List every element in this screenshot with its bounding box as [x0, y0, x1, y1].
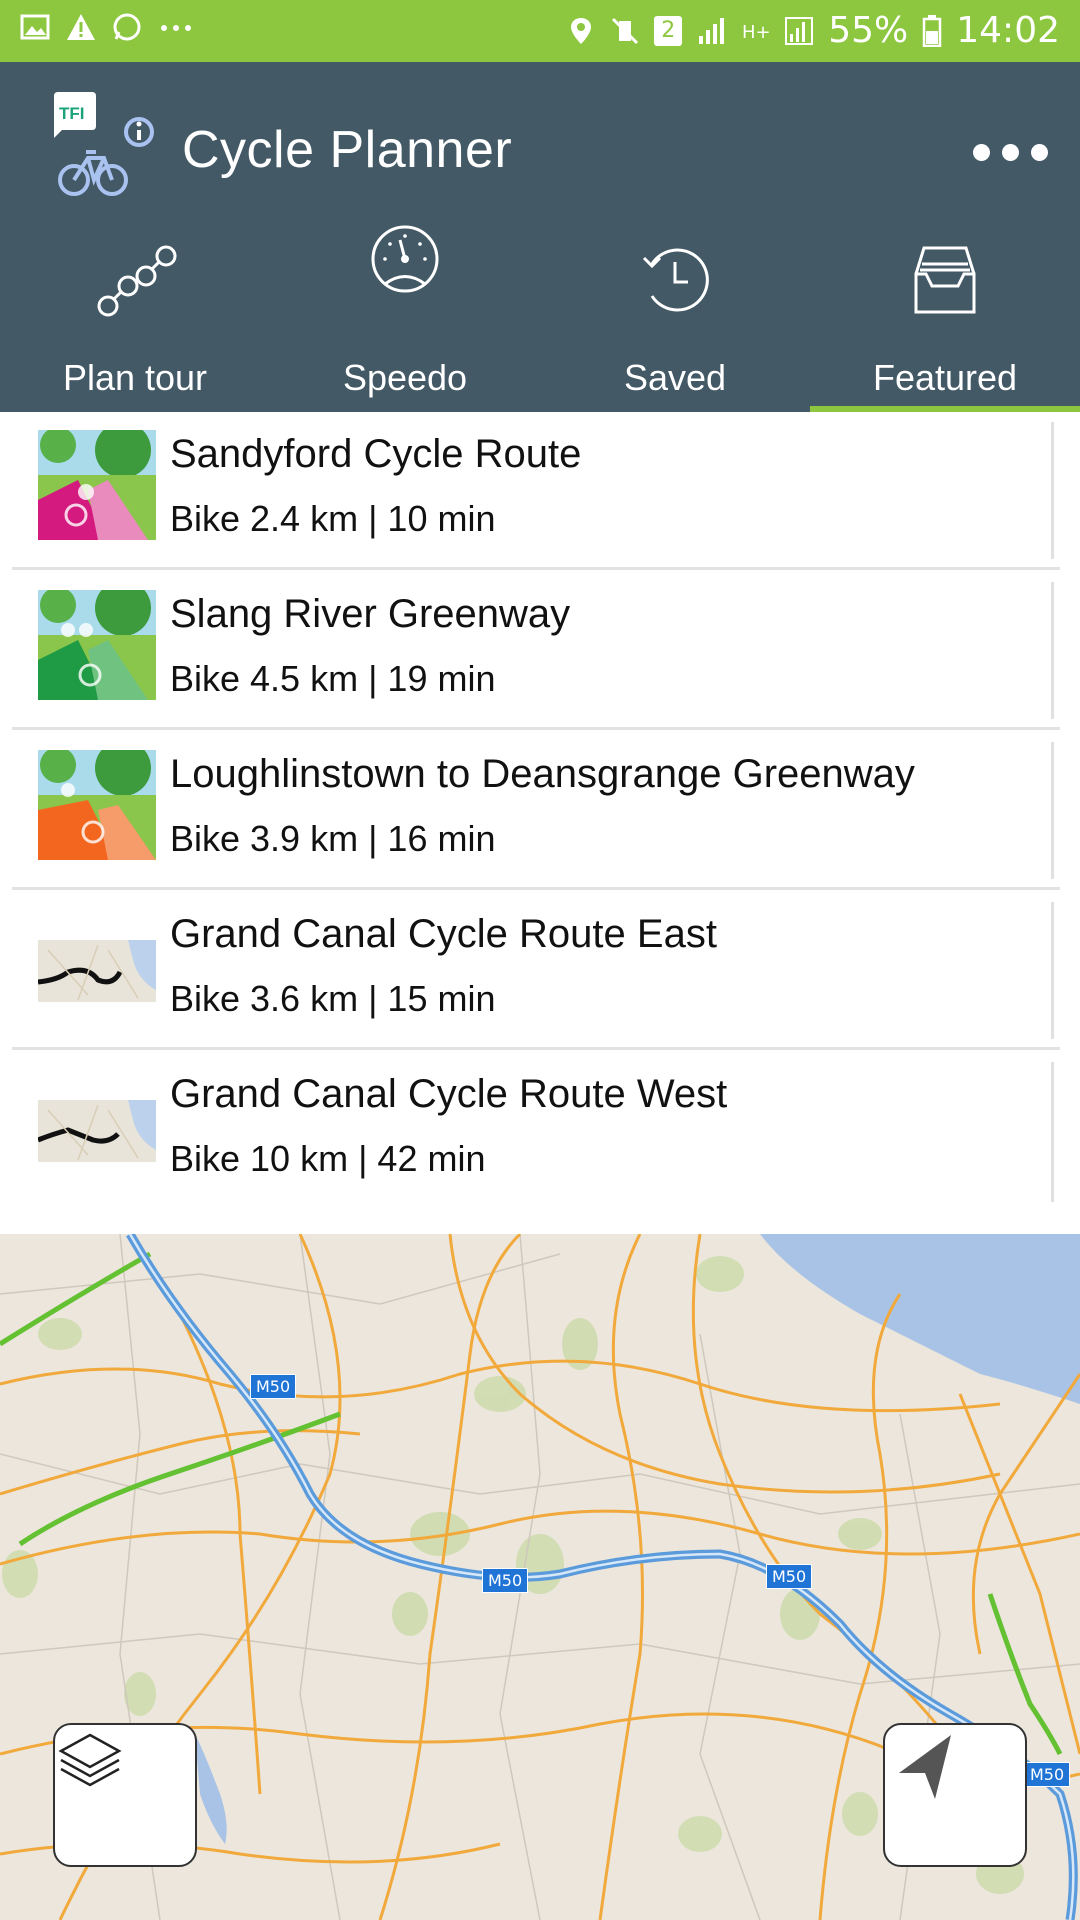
list-item[interactable]: Sandyford Cycle Route Bike 2.4 km | 10 m…	[12, 412, 1060, 570]
route-thumbnail	[38, 1070, 156, 1180]
svg-text:H+: H+	[742, 22, 770, 43]
logo-badge-text: TFI	[59, 104, 85, 123]
tab-saved[interactable]: Saved	[540, 222, 810, 412]
whatsapp-icon	[113, 13, 141, 41]
route-thumbnail	[38, 430, 156, 540]
my-location-button[interactable]	[883, 1723, 1027, 1867]
app-logo[interactable]: TFI	[50, 92, 160, 202]
clock: 14:02	[956, 10, 1060, 51]
signal-icon	[699, 17, 725, 44]
history-icon	[642, 248, 709, 312]
row-divider	[1051, 742, 1054, 879]
more-notifications-icon	[161, 25, 191, 31]
location-icon	[571, 17, 592, 44]
tab-label: Speedo	[342, 357, 468, 398]
tab-featured[interactable]: Featured	[810, 222, 1080, 412]
list-item[interactable]: Grand Canal Cycle Route East Bike 3.6 km…	[12, 892, 1060, 1050]
tab-bar: Plan tour Speedo Saved Featured	[0, 222, 1080, 412]
list-item[interactable]: Loughlinstown to Deansgrange Greenway Bi…	[12, 732, 1060, 890]
tab-speedo[interactable]: Speedo	[270, 222, 540, 412]
app-header: TFI Cycle Planner Plan tour Speedo Saved…	[0, 62, 1080, 412]
list-item[interactable]: Slang River Greenway Bike 4.5 km | 19 mi…	[12, 572, 1060, 730]
road-label-m50: M50	[250, 1374, 297, 1399]
route-title: Loughlinstown to Deansgrange Greenway	[170, 752, 915, 796]
network-type-icon: H+	[742, 22, 770, 43]
speedometer-icon	[371, 225, 439, 293]
battery-icon	[923, 14, 942, 47]
battery-percent: 55%	[828, 10, 909, 51]
row-divider	[1051, 902, 1054, 1039]
road-label-m50: M50	[766, 1564, 813, 1589]
road-label-m50: M50	[1024, 1762, 1071, 1787]
route-thumbnail	[38, 910, 156, 1020]
route-thumbnail	[38, 590, 156, 700]
tab-label: Plan tour	[62, 357, 208, 398]
road-label-m50: M50	[482, 1568, 529, 1593]
route-title: Grand Canal Cycle Route West	[170, 1072, 728, 1116]
more-dot-icon	[1030, 143, 1048, 161]
route-distance-time: Bike 3.6 km | 15 min	[170, 978, 496, 1019]
route-title: Sandyford Cycle Route	[170, 432, 582, 476]
route-distance-time: Bike 10 km | 42 min	[170, 1138, 486, 1179]
sim-badge: 2	[654, 15, 683, 46]
list-item[interactable]: Grand Canal Cycle Route West Bike 10 km …	[12, 1052, 1060, 1210]
row-divider	[1051, 1062, 1054, 1202]
vibrate-mute-icon	[612, 17, 639, 44]
tab-label: Saved	[623, 357, 727, 398]
row-divider	[1051, 422, 1054, 559]
tab-label: Featured	[872, 357, 1018, 398]
route-title: Slang River Greenway	[170, 592, 571, 636]
status-left-icons	[20, 12, 198, 42]
map-view[interactable]: M50 M50 M50 M50	[0, 1234, 1080, 1920]
tab-plan-tour[interactable]: Plan tour	[0, 222, 270, 412]
more-dot-icon	[972, 143, 990, 161]
featured-route-list: Sandyford Cycle Route Bike 2.4 km | 10 m…	[0, 412, 1080, 1234]
status-bar: 2 H+ 55% 14:02	[0, 0, 1080, 62]
route-title: Grand Canal Cycle Route East	[170, 912, 717, 956]
route-distance-time: Bike 3.9 km | 16 min	[170, 818, 496, 859]
route-distance-time: Bike 2.4 km | 10 min	[170, 498, 496, 539]
more-dot-icon	[1001, 143, 1019, 161]
layers-button[interactable]	[53, 1723, 197, 1867]
more-options-button[interactable]	[970, 134, 1050, 170]
image-icon	[20, 14, 50, 40]
route-distance-time: Bike 4.5 km | 19 min	[170, 658, 496, 699]
inbox-tray-icon	[914, 246, 976, 314]
route-thumbnail	[38, 750, 156, 860]
signal-r-icon	[785, 16, 814, 45]
row-divider	[1051, 582, 1054, 719]
route-icon	[97, 245, 177, 317]
app-title: Cycle Planner	[182, 121, 513, 179]
warning-icon	[67, 14, 95, 40]
status-right-icons: 2 H+ 55% 14:02	[566, 10, 1060, 51]
bike-logo-icon: TFI	[54, 92, 154, 196]
navigation-arrow-icon	[899, 1735, 951, 1799]
layers-icon	[58, 1733, 122, 1787]
